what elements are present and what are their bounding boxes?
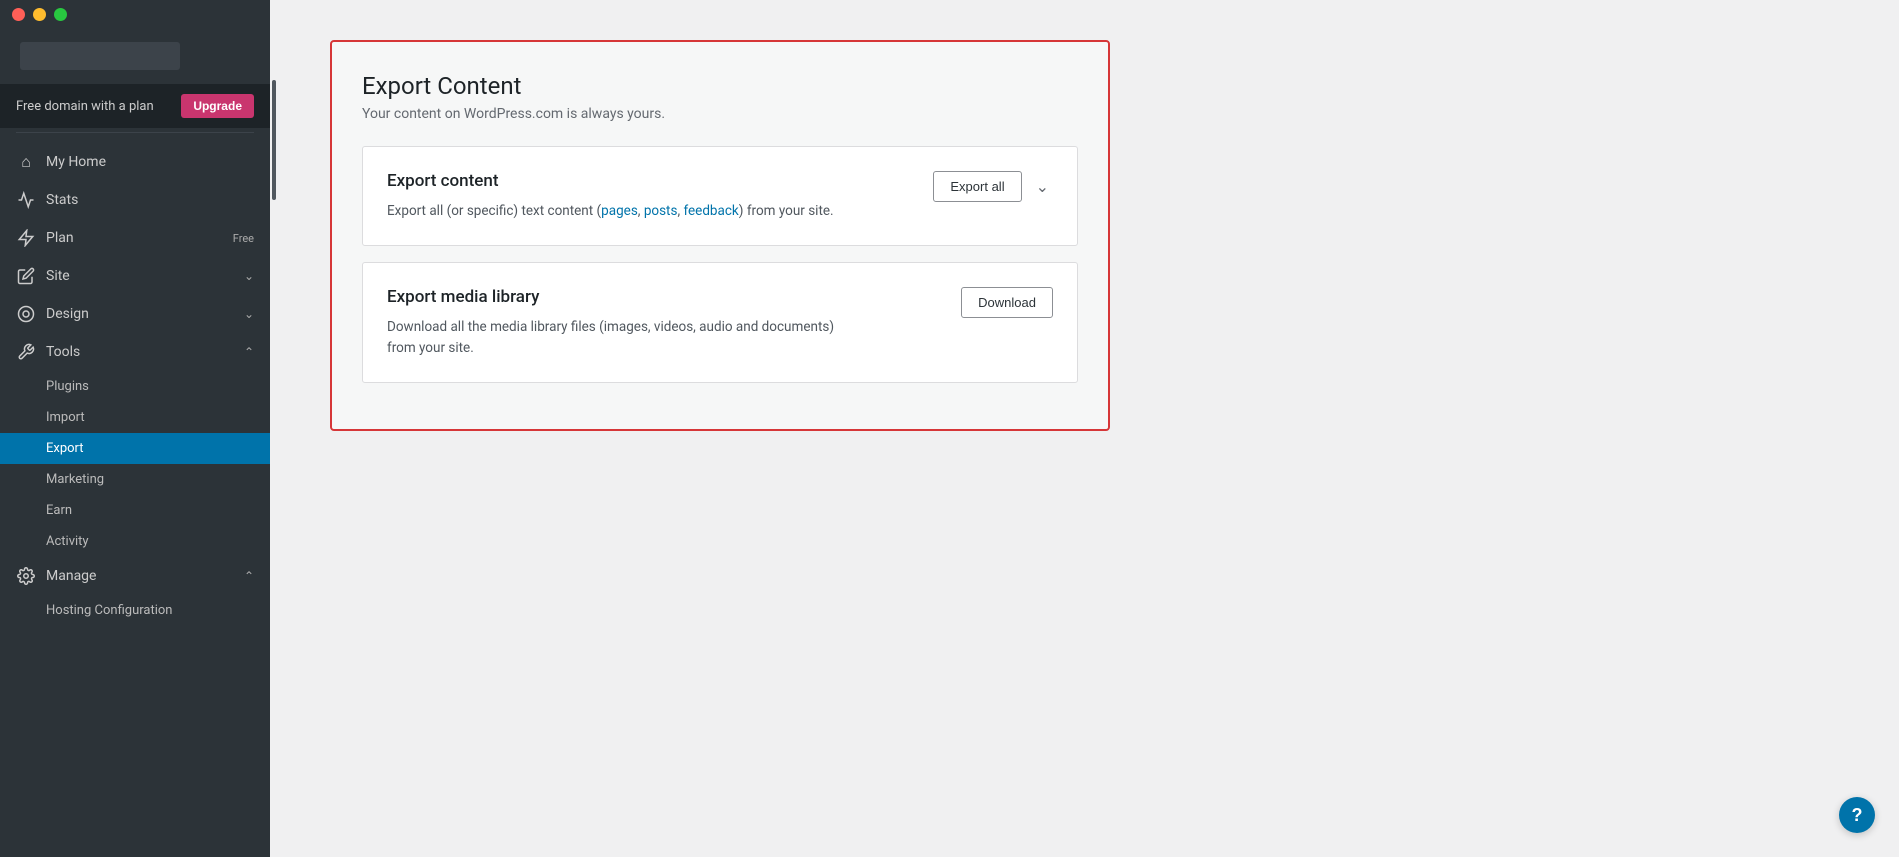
export-all-button[interactable]: Export all <box>933 171 1021 202</box>
sidebar-logo <box>0 28 270 84</box>
import-label: Import <box>46 410 85 425</box>
design-chevron-icon: ⌄ <box>244 307 254 321</box>
export-media-card-desc: Download all the media library files (im… <box>387 317 847 358</box>
earn-label: Earn <box>46 503 72 518</box>
sidebar: Free domain with a plan Upgrade ⌂ My Hom… <box>0 0 270 857</box>
titlebar <box>0 0 270 28</box>
export-media-card-actions: Download <box>961 287 1053 318</box>
nav-label-tools: Tools <box>46 344 234 360</box>
export-content-card-desc: Export all (or specific) text content (p… <box>387 201 847 221</box>
pages-link[interactable]: pages <box>601 203 638 219</box>
sidebar-item-design[interactable]: Design ⌄ <box>0 295 270 333</box>
minimize-button[interactable] <box>33 8 46 21</box>
upgrade-bar: Free domain with a plan Upgrade <box>0 84 270 128</box>
marketing-label: Marketing <box>46 472 104 487</box>
stats-icon <box>16 190 36 210</box>
export-page-subtitle: Your content on WordPress.com is always … <box>362 106 1078 122</box>
export-content-card-body: Export content Export all (or specific) … <box>387 171 913 221</box>
sidebar-item-tools[interactable]: Tools ⌃ <box>0 333 270 371</box>
upgrade-button[interactable]: Upgrade <box>181 94 254 118</box>
hosting-config-label: Hosting Configuration <box>46 603 172 618</box>
site-chevron-icon: ⌄ <box>244 269 254 283</box>
export-page-title: Export Content <box>362 72 1078 100</box>
export-media-card-body: Export media library Download all the me… <box>387 287 941 358</box>
sidebar-subitem-hosting-config[interactable]: Hosting Configuration <box>0 595 270 626</box>
plan-icon <box>16 228 36 248</box>
download-button[interactable]: Download <box>961 287 1053 318</box>
sidebar-divider <box>16 132 254 133</box>
site-icon <box>16 266 36 286</box>
export-content-card-title: Export content <box>387 171 913 191</box>
upgrade-bar-text: Free domain with a plan <box>16 99 154 114</box>
main-content: Export Content Your content on WordPress… <box>270 0 1899 857</box>
plan-badge: Free <box>233 232 254 245</box>
export-media-card-title: Export media library <box>387 287 941 307</box>
sidebar-subitem-export[interactable]: Export <box>0 433 270 464</box>
sidebar-item-plan[interactable]: Plan Free <box>0 219 270 257</box>
sidebar-item-site[interactable]: Site ⌄ <box>0 257 270 295</box>
export-label: Export <box>46 441 84 456</box>
nav-label-design: Design <box>46 306 234 322</box>
posts-link[interactable]: posts <box>644 203 678 219</box>
design-icon <box>16 304 36 324</box>
sidebar-item-manage[interactable]: Manage ⌃ <box>0 557 270 595</box>
nav-label-stats: Stats <box>46 192 254 208</box>
tools-chevron-icon: ⌃ <box>244 345 254 359</box>
nav-label-plan: Plan <box>46 230 223 246</box>
nav-label-site: Site <box>46 268 234 284</box>
export-content-chevron-button[interactable]: ⌄ <box>1032 173 1053 201</box>
export-media-card: Export media library Download all the me… <box>362 262 1078 383</box>
close-button[interactable] <box>12 8 25 21</box>
manage-label: Manage <box>46 568 234 584</box>
activity-label: Activity <box>46 534 89 549</box>
export-container: Export Content Your content on WordPress… <box>330 40 1110 431</box>
plugins-label: Plugins <box>46 379 89 394</box>
sidebar-nav: ⌂ My Home Stats Plan Free Si <box>0 137 270 857</box>
sidebar-item-stats[interactable]: Stats <box>0 181 270 219</box>
sidebar-subitem-activity[interactable]: Activity <box>0 526 270 557</box>
sidebar-subitem-plugins[interactable]: Plugins <box>0 371 270 402</box>
export-content-card-actions: Export all ⌄ <box>933 171 1053 202</box>
help-button[interactable]: ? <box>1839 797 1875 833</box>
manage-icon <box>16 566 36 586</box>
sidebar-subitem-earn[interactable]: Earn <box>0 495 270 526</box>
sidebar-item-my-home[interactable]: ⌂ My Home <box>0 143 270 181</box>
scrollbar-thumb <box>272 80 276 200</box>
tools-icon <box>16 342 36 362</box>
sidebar-subitem-marketing[interactable]: Marketing <box>0 464 270 495</box>
nav-label-my-home: My Home <box>46 154 254 170</box>
manage-chevron-icon: ⌃ <box>244 569 254 583</box>
maximize-button[interactable] <box>54 8 67 21</box>
site-logo <box>20 42 180 70</box>
home-icon: ⌂ <box>16 152 36 172</box>
export-content-card: Export content Export all (or specific) … <box>362 146 1078 246</box>
feedback-link[interactable]: feedback <box>683 203 738 219</box>
sidebar-subitem-import[interactable]: Import <box>0 402 270 433</box>
